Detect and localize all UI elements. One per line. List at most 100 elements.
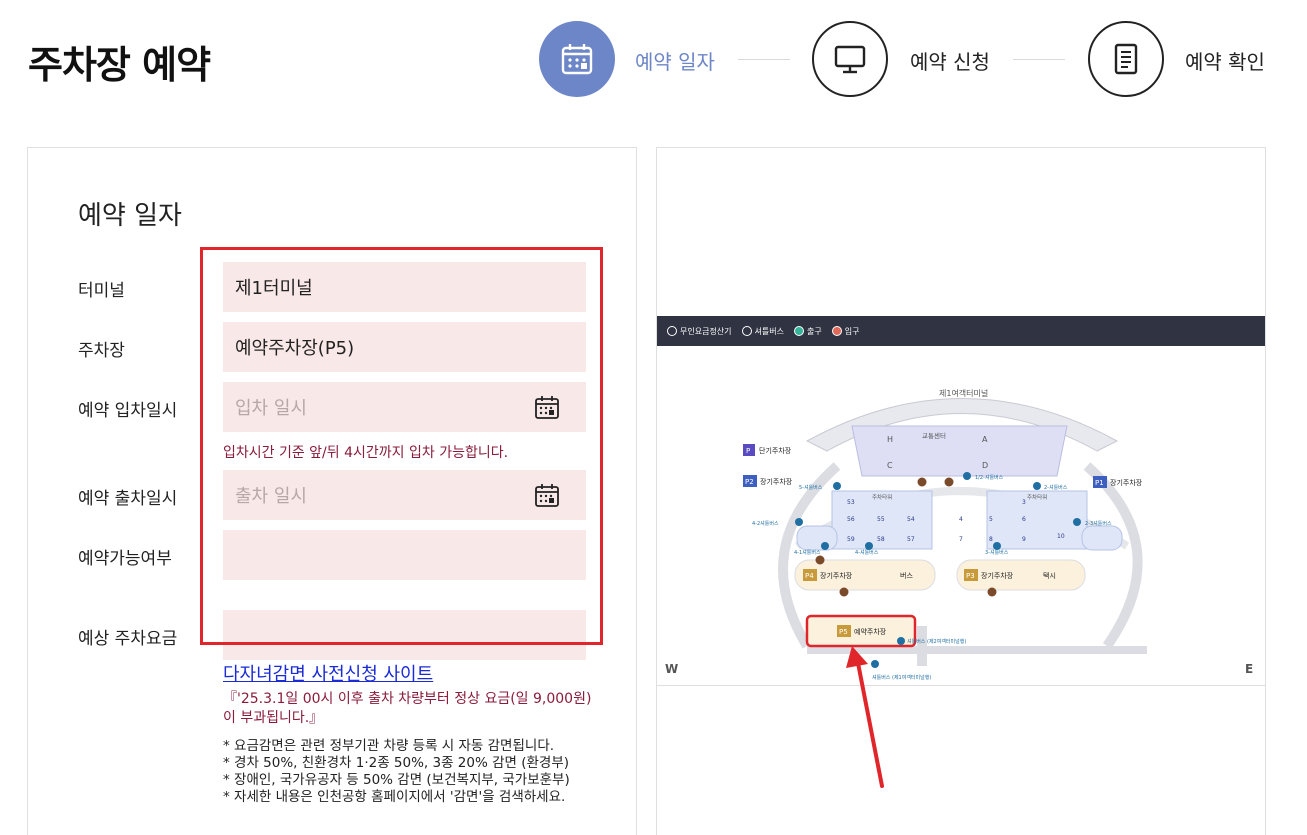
pay-machine-icon xyxy=(987,587,997,597)
form-title: 예약 일자 xyxy=(78,201,182,231)
shuttle-stop-icon xyxy=(993,542,1001,550)
legend-item: 무인요금정산기 xyxy=(667,326,732,337)
step-3-label: 예약 확인 xyxy=(1185,50,1265,74)
parking-cell: 9 xyxy=(1022,536,1026,543)
parking-tower-label: 주차타워 xyxy=(872,493,892,501)
parking-cell: 55 xyxy=(877,516,885,523)
step-divider xyxy=(738,59,790,60)
p4-label: 장기주차장 xyxy=(820,571,853,580)
pay-machine-icon xyxy=(944,477,954,487)
parking-cell: 8 xyxy=(989,536,993,543)
shuttle-stop-icon xyxy=(795,518,803,526)
p2-badge-text: P2 xyxy=(745,478,754,486)
fee-notice: 『'25.3.1일 00시 이후 출차 차량부터 정상 요금(일 9,000원)… xyxy=(223,691,592,726)
note-line: * 요금감면은 관련 정부기관 차량 등록 시 자동 감면됩니다. xyxy=(223,738,555,754)
map-bottom-border xyxy=(657,685,1265,686)
pay-machine-icon xyxy=(917,477,927,487)
entry-datetime-label: 예약 입차일시 xyxy=(78,401,178,421)
p1-label: 장기주차장 xyxy=(1110,478,1143,487)
shuttle-label: 셔틀버스 (제2여객터미널행) xyxy=(907,638,966,645)
pay-machine-icon xyxy=(839,587,849,597)
bus-icon xyxy=(741,326,752,336)
map-legend: 무인요금정산기 셔틀버스 출구 입구 xyxy=(657,316,1265,346)
parking-cell: 5 xyxy=(989,516,993,523)
pay-machine-icon xyxy=(667,326,677,336)
multi-child-discount-link[interactable]: 다자녀감면 사전신청 사이트 xyxy=(223,660,433,686)
shuttle-stop-icon xyxy=(1073,518,1081,526)
parking-map-panel: 무인요금정산기 셔틀버스 출구 입구 제1여객터미널 교통센터 H A C D xyxy=(656,147,1266,835)
shuttle-stop-icon xyxy=(1033,482,1041,490)
step-2-label: 예약 신청 xyxy=(910,50,990,74)
shuttle-label: 셔틀버스 (제1여객터미널행) xyxy=(872,674,931,681)
legend-label: 셔틀버스 xyxy=(754,326,784,336)
zone-label: D xyxy=(982,461,988,470)
parking-lot-west-wing xyxy=(796,525,838,551)
legend-item: 셔틀버스 xyxy=(741,326,784,337)
shuttle-label: 3-셔틀버스 xyxy=(985,549,1009,556)
parking-label: 주차장 xyxy=(78,341,125,361)
shuttle-stop-icon xyxy=(865,542,873,550)
parking-cell: 53 xyxy=(847,499,855,506)
shuttle-label: 4-2셔틀버스 xyxy=(752,520,779,527)
parking-cell: 7 xyxy=(959,536,963,543)
shuttle-stop-icon xyxy=(821,542,829,550)
p3-extra-label: 택시 xyxy=(1043,571,1056,580)
note-line: * 자세한 내용은 인천공항 홈페이지에서 '감면'을 검색하세요. xyxy=(223,789,566,805)
legend-label: 출구 xyxy=(806,326,822,336)
p4-badge-text: P4 xyxy=(805,572,814,580)
fee-label: 예상 주차요금 xyxy=(78,629,178,649)
shuttle-label: 1/2-셔틀버스 xyxy=(975,474,1004,481)
step-3-document-icon xyxy=(1088,21,1164,97)
shuttle-stop-icon xyxy=(963,472,971,480)
legend-label: 무인요금정산기 xyxy=(680,326,732,336)
shuttle-label: 2-3셔틀버스 xyxy=(1085,520,1112,527)
monitor-icon xyxy=(834,45,866,74)
zone-label: H xyxy=(887,435,893,444)
availability-label: 예약가능여부 xyxy=(78,549,172,569)
shuttle-stop-icon xyxy=(897,637,905,645)
terminal-label: 제1여객터미널 xyxy=(939,388,988,398)
east-label: E xyxy=(1245,662,1253,676)
map-drawing: 제1여객터미널 교통센터 H A C D 주차타워 주차타워 53 56 55 … xyxy=(665,388,1253,681)
road xyxy=(1083,462,1143,649)
p3-label: 장기주차장 xyxy=(981,571,1014,580)
shuttle-label: 4-셔틀버스 xyxy=(855,549,879,556)
page-title: 주차장 예약 xyxy=(28,43,211,87)
exit-datetime-label: 예약 출차일시 xyxy=(78,489,178,509)
parking-cell: 6 xyxy=(1022,516,1026,523)
terminal-label: 터미널 xyxy=(78,281,125,301)
step-divider xyxy=(1013,59,1065,60)
p5-label: 예약주차장 xyxy=(854,627,887,636)
note-line: * 장애인, 국가유공자 등 50% 감면 (보건복지부, 국가보훈부) xyxy=(223,772,570,788)
legend-item: 입구 xyxy=(831,326,860,337)
highlight-frame xyxy=(200,247,603,645)
parking-cell: 10 xyxy=(1057,533,1065,540)
transport-center-label: 교통센터 xyxy=(922,431,946,440)
parking-cell: 3 xyxy=(1022,499,1026,506)
entrance-icon xyxy=(831,326,842,336)
step-1-calendar-icon xyxy=(539,21,615,97)
p2-label: 장기주차장 xyxy=(760,477,793,486)
shuttle-stop-icon xyxy=(871,660,879,668)
west-label: W xyxy=(665,662,678,676)
parking-cell: 57 xyxy=(907,536,915,543)
parking-cell: 59 xyxy=(847,536,855,543)
exit-icon xyxy=(793,326,804,336)
p-short-badge-text: P xyxy=(746,447,750,455)
legend-label: 입구 xyxy=(844,326,860,336)
p4-extra-label: 버스 xyxy=(900,571,913,580)
step-2-monitor-icon xyxy=(812,21,888,97)
parking-cell: 56 xyxy=(847,516,855,523)
shuttle-stop-icon xyxy=(833,482,841,490)
p3-badge-text: P3 xyxy=(966,572,975,580)
p5-badge-text: P5 xyxy=(839,628,848,636)
road xyxy=(917,626,927,666)
p-short-label: 단기주차장 xyxy=(759,446,792,455)
parking-cell: 4 xyxy=(959,516,963,523)
pay-machine-icon xyxy=(815,555,825,565)
p1-badge-text: P1 xyxy=(1095,479,1104,487)
zone-label: C xyxy=(887,461,893,470)
discount-notes: * 요금감면은 관련 정부기관 차량 등록 시 자동 감면됩니다. * 경차 5… xyxy=(223,738,613,806)
shuttle-label: 4-1셔틀버스 xyxy=(794,549,821,556)
legend-item: 출구 xyxy=(793,326,822,337)
